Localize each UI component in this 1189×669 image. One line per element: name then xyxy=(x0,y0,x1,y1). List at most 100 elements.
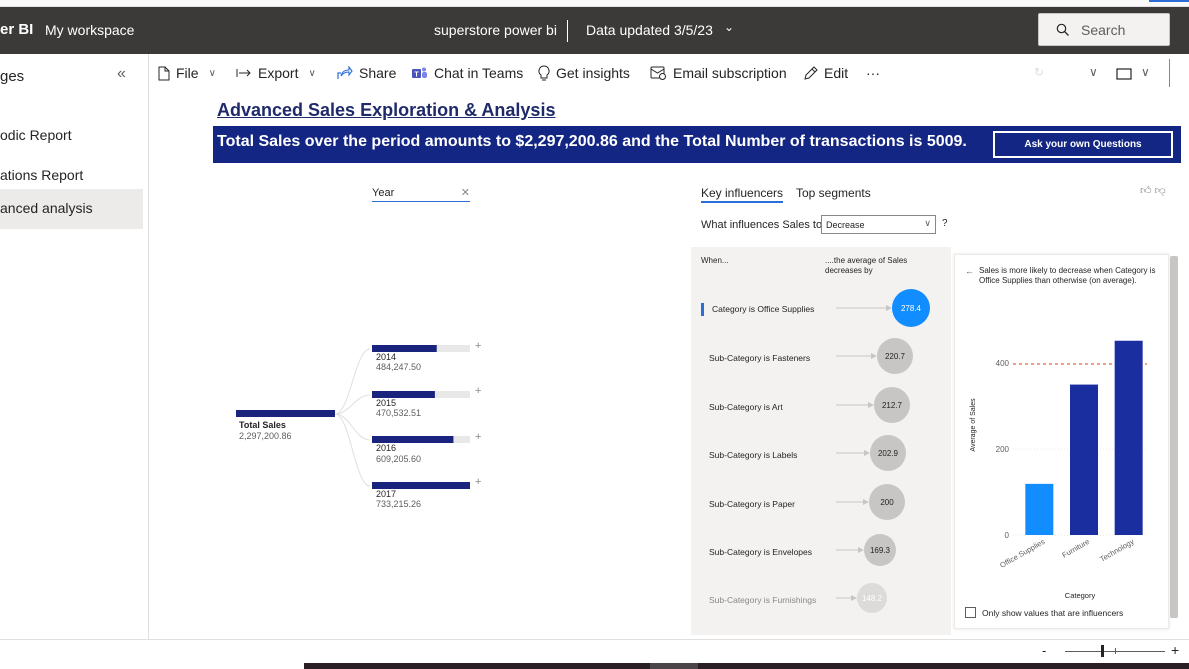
help-icon[interactable]: ? xyxy=(942,218,948,229)
more-options-icon: ··· xyxy=(866,65,880,81)
toolbar-divider xyxy=(1169,59,1170,87)
get-insights-label: Get insights xyxy=(556,65,630,81)
file-menu[interactable]: File ∨ xyxy=(158,65,216,81)
chat-in-teams-label: Chat in Teams xyxy=(434,65,524,81)
tree-node-bar xyxy=(372,436,454,443)
influencers-list: 278.4 220.7 212.7 202.9 200 169.3 148.2 When..… xyxy=(691,247,951,635)
chevron-down-icon[interactable]: ∨ xyxy=(1089,65,1098,79)
export-menu[interactable]: Export ∨ xyxy=(236,65,316,81)
taskbar xyxy=(0,663,1189,669)
tree-node-bar xyxy=(372,482,470,489)
collapse-pane-icon[interactable]: « xyxy=(117,65,126,83)
connector-arrow-icon xyxy=(851,595,857,601)
search-input[interactable] xyxy=(1081,21,1166,39)
influencer-row-label[interactable]: Sub-Category is Paper xyxy=(709,499,795,509)
expand-node-icon[interactable]: + xyxy=(475,431,481,443)
average-column-header: ....the average of Sales decreases by xyxy=(825,256,908,275)
zoom-slider-tick xyxy=(1115,648,1116,654)
data-updated-label[interactable]: Data updated 3/5/23 xyxy=(586,22,713,38)
influencer-row-label[interactable]: Sub-Category is Fasteners xyxy=(709,353,810,363)
influencer-value: 202.9 xyxy=(878,449,899,458)
zoom-in-button[interactable]: + xyxy=(1171,642,1179,658)
chevron-down-icon[interactable]: ∨ xyxy=(1141,65,1150,79)
year-level-label: Year xyxy=(372,187,395,199)
page-item-advanced-analysis[interactable]: anced analysis xyxy=(0,189,143,229)
expand-node-icon[interactable]: + xyxy=(475,385,481,397)
zoom-slider-thumb[interactable] xyxy=(1101,645,1104,657)
tree-connector xyxy=(334,413,371,487)
when-column-header: When... xyxy=(701,256,729,265)
tree-node-label: 2016 xyxy=(376,443,397,453)
pages-title: ges xyxy=(0,68,25,85)
pages-pane: ges « odic Report ations Report anced an… xyxy=(0,54,149,639)
expand-node-icon[interactable]: + xyxy=(475,476,481,488)
tree-node-value: 470,532.51 xyxy=(376,408,422,418)
back-arrow-icon[interactable]: ← xyxy=(965,266,974,276)
y-axis-title: Average of Sales xyxy=(970,398,977,452)
pencil-icon xyxy=(804,65,818,80)
page-item-periodic-report[interactable]: odic Report xyxy=(0,116,143,156)
thumbs-feedback-icon[interactable]: 👍︎ 👎︎ xyxy=(1140,184,1166,197)
taskbar-area xyxy=(304,663,1189,669)
view-icon[interactable] xyxy=(1116,68,1132,80)
influencers-only-label: Only show values that are influencers xyxy=(982,607,1124,618)
connector-arrow-icon xyxy=(863,499,869,505)
influencer-value: 148.2 xyxy=(862,594,883,603)
report-toolbar: File ∨ Export ∨ Share T Chat in Teams Get … xyxy=(149,54,1189,94)
year-level-header[interactable]: Year ✕ xyxy=(372,187,470,202)
tree-node-value: 733,215.26 xyxy=(376,499,422,509)
search-box[interactable] xyxy=(1038,13,1170,46)
influencer-description: Sales is more likely to decrease when Ca… xyxy=(979,266,1156,285)
influencers-only-checkbox[interactable] xyxy=(965,607,976,618)
teams-icon: T xyxy=(412,67,427,78)
y-tick-label: 0 xyxy=(1005,531,1010,540)
tab-top-segments[interactable]: Top segments xyxy=(796,186,871,200)
influence-question: What influences Sales to xyxy=(701,219,823,231)
visual-scrollbar[interactable] xyxy=(1170,256,1178,618)
x-axis-title: Category xyxy=(1065,591,1096,600)
brand-name: er BI xyxy=(0,21,34,38)
influencer-row-label[interactable]: Sub-Category is Envelopes xyxy=(709,547,812,557)
influencer-value: 212.7 xyxy=(882,401,903,410)
close-icon[interactable]: ✕ xyxy=(461,186,470,199)
ask-questions-button[interactable]: Ask your own Questions xyxy=(993,131,1173,158)
influencer-value: 278.4 xyxy=(901,304,922,313)
get-insights-button[interactable]: Get insights xyxy=(538,65,630,81)
connector-arrow-icon xyxy=(886,305,892,311)
tree-node-label: 2017 xyxy=(376,489,397,499)
file-icon xyxy=(158,66,170,80)
influencer-value: 200 xyxy=(880,498,894,507)
chat-in-teams-button[interactable]: T Chat in Teams xyxy=(411,65,523,81)
x-tick-label: Furniture xyxy=(1061,537,1091,560)
share-icon xyxy=(337,66,353,79)
influence-direction-value: Decrease xyxy=(826,220,865,230)
share-button[interactable]: Share xyxy=(337,65,396,81)
edit-button[interactable]: Edit xyxy=(803,65,848,81)
email-subscription-button[interactable]: Email subscription xyxy=(650,65,787,81)
more-options-button[interactable]: ··· xyxy=(866,65,880,81)
workspace-link[interactable]: My workspace xyxy=(45,22,134,38)
chevron-down-icon: ∨ xyxy=(308,67,316,79)
influencer-row-label[interactable]: Category is Office Supplies xyxy=(701,303,814,316)
reset-icon[interactable]: ↻ xyxy=(1034,65,1044,79)
tree-node-value: 484,247.50 xyxy=(376,362,422,372)
export-icon xyxy=(236,69,251,77)
influencers-only-option[interactable]: Only show values that are influencers xyxy=(965,607,1123,618)
tree-node-label: 2015 xyxy=(376,398,397,408)
file-label: File xyxy=(176,65,199,81)
chevron-down-icon[interactable]: ⌄ xyxy=(724,20,734,34)
zoom-out-button[interactable]: - xyxy=(1042,643,1046,658)
expand-node-icon[interactable]: + xyxy=(475,340,481,352)
x-tick-label: Office Supplies xyxy=(998,537,1046,570)
app-header: er BI My workspace superstore power bi D… xyxy=(0,7,1189,54)
search-icon xyxy=(1056,23,1069,36)
influencer-row-label[interactable]: Sub-Category is Furnishings xyxy=(709,595,816,605)
influencer-row-label[interactable]: Sub-Category is Labels xyxy=(709,450,797,460)
taskbar-item xyxy=(650,663,698,669)
lightbulb-icon xyxy=(538,65,550,81)
tab-key-influencers[interactable]: Key influencers xyxy=(701,186,784,203)
summary-banner: Total Sales over the period amounts to $… xyxy=(213,126,1181,163)
influence-direction-select[interactable]: Decrease ∨ xyxy=(821,215,936,234)
influencer-row-label[interactable]: Sub-Category is Art xyxy=(709,402,783,412)
root-node-value: 2,297,200.86 xyxy=(239,431,292,441)
